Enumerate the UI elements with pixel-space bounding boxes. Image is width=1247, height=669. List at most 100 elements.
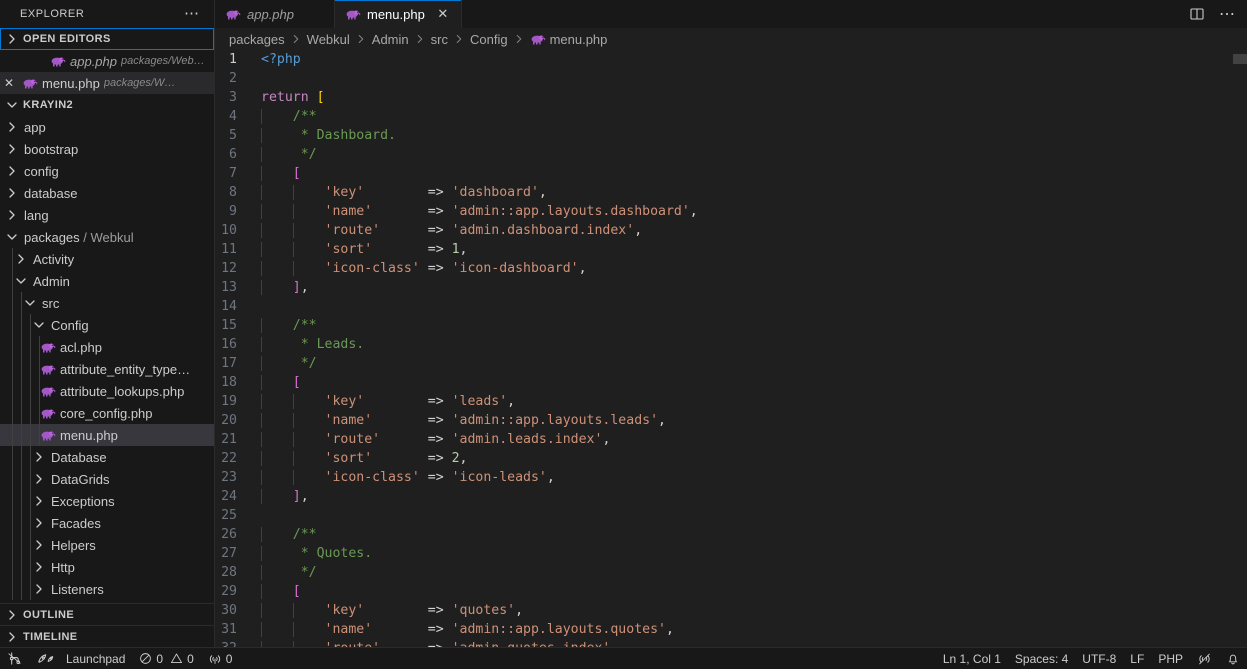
- problems-status-item[interactable]: 0 0: [132, 648, 200, 669]
- tree-item-packages[interactable]: packages / Webkul: [0, 226, 214, 248]
- code-line[interactable]: 25: [215, 506, 1247, 525]
- eol-status[interactable]: LF: [1123, 648, 1151, 669]
- tab-close-icon[interactable]: ✕: [435, 6, 451, 22]
- code-line[interactable]: 7 [: [215, 164, 1247, 183]
- tree-item-admin[interactable]: Admin: [0, 270, 214, 292]
- open-editor-item-menu[interactable]: ✕ menu.php packages/W…: [0, 72, 214, 94]
- remote-window-icon[interactable]: [0, 648, 29, 669]
- tree-item-label: Config: [51, 317, 89, 333]
- code-line[interactable]: 22 'sort' => 2,: [215, 449, 1247, 468]
- breadcrumb-item-webkul[interactable]: Webkul: [307, 32, 350, 47]
- encoding-status[interactable]: UTF-8: [1075, 648, 1123, 669]
- code-line[interactable]: 15 /**: [215, 316, 1247, 335]
- code-line[interactable]: 17 */: [215, 354, 1247, 373]
- code-line[interactable]: 24 ],: [215, 487, 1247, 506]
- code-line[interactable]: 4 /**: [215, 107, 1247, 126]
- breadcrumb-item-admin[interactable]: Admin: [372, 32, 409, 47]
- line-number: 31: [221, 622, 237, 637]
- breadcrumb-item-config[interactable]: Config: [470, 32, 508, 47]
- screencast-icon[interactable]: [1190, 648, 1219, 669]
- indent-guide: [30, 468, 31, 490]
- code-token: 'key': [324, 603, 365, 618]
- tree-item-lang[interactable]: lang: [0, 204, 214, 226]
- editor-tab-menu-php[interactable]: menu.php ✕: [335, 0, 462, 28]
- open-editors-section-header[interactable]: OPEN EDITORS: [0, 28, 214, 50]
- indentation-status[interactable]: Spaces: 4: [1008, 648, 1075, 669]
- editor-tab-app-php[interactable]: app.php: [215, 0, 335, 28]
- code-line[interactable]: 10 'route' => 'admin.dashboard.index',: [215, 221, 1247, 240]
- code-line[interactable]: 6 */: [215, 145, 1247, 164]
- code-token: * Quotes.: [300, 546, 373, 561]
- code-editor[interactable]: 1 <?php 2 3 return [4 /** 5 * Dashboard. 6 */7…: [215, 50, 1247, 647]
- code-content[interactable]: 1 <?php 2 3 return [4 /** 5 * Dashboard. 6 */7…: [215, 50, 1247, 647]
- editor-more-actions-icon[interactable]: ⋯: [1213, 0, 1241, 28]
- launchpad-status-item[interactable]: Launchpad: [29, 648, 132, 669]
- code-line[interactable]: 21 'route' => 'admin.leads.index',: [215, 430, 1247, 449]
- code-token: =>: [380, 641, 451, 647]
- code-line[interactable]: 26 /**: [215, 525, 1247, 544]
- close-icon[interactable]: ✕: [0, 76, 18, 90]
- code-line[interactable]: 11 'sort' => 1,: [215, 240, 1247, 259]
- open-editor-item-app[interactable]: app.php packages/Web…: [0, 50, 214, 72]
- ports-status-item[interactable]: 0: [201, 648, 240, 669]
- split-editor-icon[interactable]: [1183, 0, 1211, 28]
- language-mode-status[interactable]: PHP: [1151, 648, 1190, 669]
- code-line[interactable]: 27 * Quotes.: [215, 544, 1247, 563]
- code-line[interactable]: 30 'key' => 'quotes',: [215, 601, 1247, 620]
- indent-guide: [261, 375, 262, 390]
- tree-item-attribute-entity-type-[interactable]: attribute_entity_type…: [0, 358, 214, 380]
- outline-section-header[interactable]: OUTLINE: [0, 603, 214, 625]
- code-line[interactable]: 29 [: [215, 582, 1247, 601]
- code-line[interactable]: 28 */: [215, 563, 1247, 582]
- code-line[interactable]: 19 'key' => 'leads',: [215, 392, 1247, 411]
- code-token: ,: [665, 622, 674, 637]
- code-line[interactable]: 14: [215, 297, 1247, 316]
- code-line[interactable]: 3 return [: [215, 88, 1247, 107]
- explorer-more-actions-icon[interactable]: ⋯: [184, 6, 206, 21]
- code-line[interactable]: 23 'icon-class' => 'icon-leads',: [215, 468, 1247, 487]
- tree-item-src[interactable]: src: [0, 292, 214, 314]
- code-line[interactable]: 13 ],: [215, 278, 1247, 297]
- tab-label: menu.php: [367, 6, 425, 22]
- tree-item-exceptions[interactable]: Exceptions: [0, 490, 214, 512]
- scrollbar-thumb[interactable]: [1233, 54, 1247, 64]
- indent-guide: [12, 424, 13, 446]
- code-line[interactable]: 16 * Leads.: [215, 335, 1247, 354]
- code-line[interactable]: 8 'key' => 'dashboard',: [215, 183, 1247, 202]
- tree-item-config[interactable]: Config: [0, 314, 214, 336]
- code-line[interactable]: 31 'name' => 'admin::app.layouts.quotes'…: [215, 620, 1247, 639]
- tree-item-core-config-php[interactable]: core_config.php: [0, 402, 214, 424]
- breadcrumb-item-file[interactable]: menu.php: [530, 31, 607, 47]
- tree-item-menu-php[interactable]: menu.php: [0, 424, 214, 446]
- breadcrumb-item-packages[interactable]: packages: [229, 32, 285, 47]
- tree-item-datagrids[interactable]: DataGrids: [0, 468, 214, 490]
- tree-item-config[interactable]: config: [0, 160, 214, 182]
- tree-item-attribute-lookups-php[interactable]: attribute_lookups.php: [0, 380, 214, 402]
- tree-item-facades[interactable]: Facades: [0, 512, 214, 534]
- tree-item-bootstrap[interactable]: bootstrap: [0, 138, 214, 160]
- code-line[interactable]: 12 'icon-class' => 'icon-dashboard',: [215, 259, 1247, 278]
- tree-item-database[interactable]: database: [0, 182, 214, 204]
- tree-item-helpers[interactable]: Helpers: [0, 534, 214, 556]
- code-line[interactable]: 9 'name' => 'admin::app.layouts.dashboar…: [215, 202, 1247, 221]
- tree-item-activity[interactable]: Activity: [0, 248, 214, 270]
- code-line[interactable]: 32 'route' => 'admin.quotes.index': [215, 639, 1247, 647]
- notifications-bell-icon[interactable]: [1219, 648, 1247, 669]
- code-line[interactable]: 20 'name' => 'admin::app.layouts.leads',: [215, 411, 1247, 430]
- code-line[interactable]: 1 <?php: [215, 50, 1247, 69]
- tree-item-http[interactable]: Http: [0, 556, 214, 578]
- editor-position-status[interactable]: Ln 1, Col 1: [936, 648, 1008, 669]
- tree-item-listeners[interactable]: Listeners: [0, 578, 214, 600]
- code-line[interactable]: 2: [215, 69, 1247, 88]
- editor-vertical-scrollbar[interactable]: [1233, 50, 1247, 647]
- timeline-section-header[interactable]: TIMELINE: [0, 625, 214, 647]
- project-section-header[interactable]: KRAYIN2: [0, 94, 214, 116]
- breadcrumb-item-src[interactable]: src: [431, 32, 448, 47]
- tree-item-app[interactable]: app: [0, 116, 214, 138]
- code-token: 'name': [324, 204, 373, 219]
- code-line[interactable]: 5 * Dashboard.: [215, 126, 1247, 145]
- tree-item-acl-php[interactable]: acl.php: [0, 336, 214, 358]
- status-bar: Launchpad 0 0 0 Ln 1, Col 1 Spaces: 4 UT…: [0, 647, 1247, 669]
- code-line[interactable]: 18 [: [215, 373, 1247, 392]
- tree-item-database[interactable]: Database: [0, 446, 214, 468]
